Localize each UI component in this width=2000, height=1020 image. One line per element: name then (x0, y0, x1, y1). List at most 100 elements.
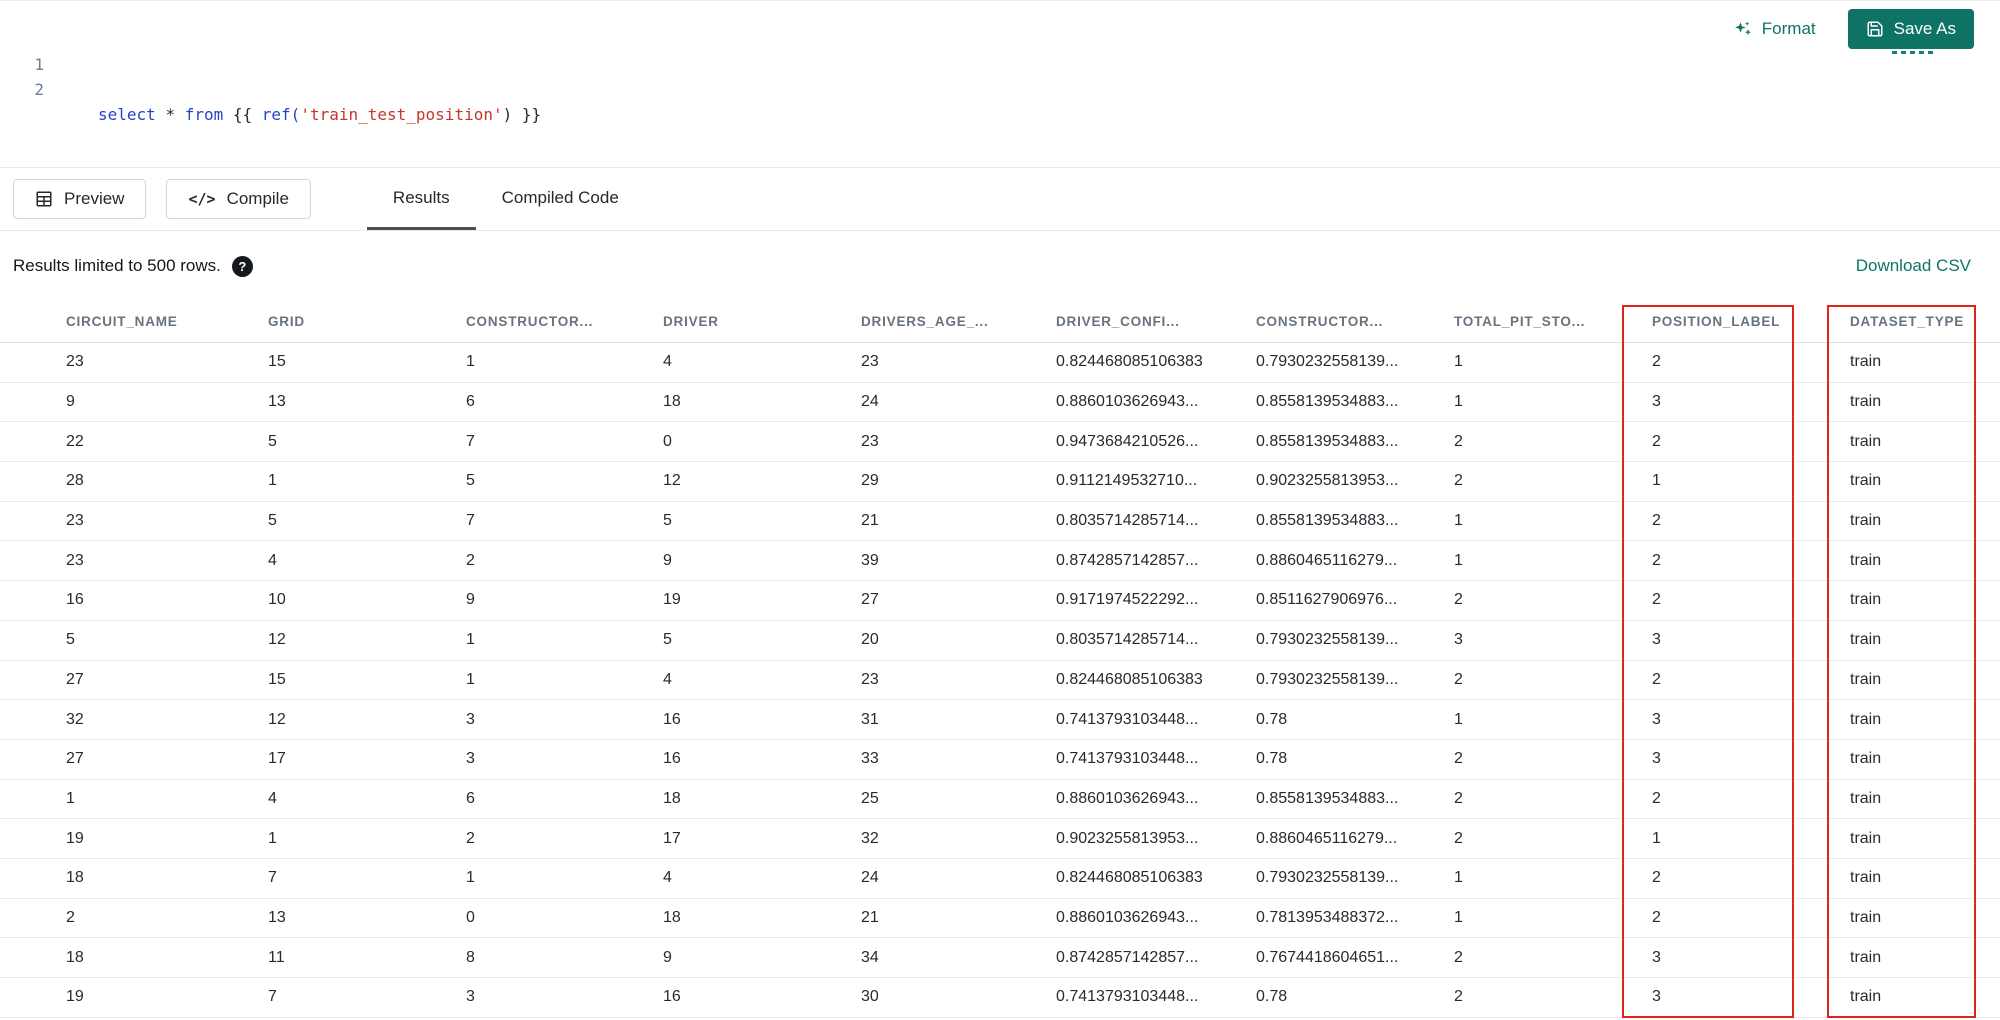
table-cell: 4 (268, 789, 277, 807)
download-csv-link[interactable]: Download CSV (1856, 256, 1971, 276)
table-row: 19 1 2 17 32 0.9023255813953... 0.886046511627… (0, 819, 2000, 859)
table-cell: 5 (268, 432, 277, 450)
table-cell: 16 (663, 710, 681, 728)
column-header: GRID (268, 314, 305, 329)
code-token: }} (512, 105, 542, 124)
table-cell: train (1850, 789, 1882, 807)
table-row: 9 13 6 18 24 0.8860103626943... 0.855813953488… (0, 383, 2000, 423)
table-cell: 18 (66, 948, 84, 966)
code-token: select (98, 105, 156, 124)
code-token: from (184, 105, 224, 124)
column-header: CONSTRUCTOR... (1256, 314, 1384, 329)
table-cell: 27 (66, 670, 84, 688)
table-cell: 4 (663, 670, 672, 688)
table-cell: 0.78 (1256, 750, 1288, 768)
table-cell: 1 (1652, 472, 1661, 490)
help-icon[interactable]: ? (231, 255, 253, 277)
table-cell: 27 (861, 591, 879, 609)
table-cell: 23 (66, 353, 84, 371)
column-header: CIRCUIT_NAME (66, 314, 178, 329)
table-row: 19 7 3 16 30 0.7413793103448... 0.78 2 3 train (0, 978, 2000, 1018)
table-cell: 0.8035714285714... (1056, 512, 1199, 530)
table-row: 23 15 1 4 23 0.824468085106383 0.7930232558139… (0, 343, 2000, 383)
code-token: ref( (261, 105, 301, 124)
table-cell: 5 (663, 512, 672, 530)
table-cell: 8 (466, 948, 475, 966)
format-button[interactable]: Format (1733, 19, 1816, 39)
table-cell: 0.8558139534883... (1256, 393, 1399, 411)
table-cell: 23 (861, 432, 879, 450)
table-cell: 19 (66, 829, 84, 847)
table-cell: 31 (861, 710, 879, 728)
table-cell: 0.8558139534883... (1256, 512, 1399, 530)
table-cell: 20 (861, 631, 879, 649)
table-cell: 2 (66, 908, 75, 926)
table-cell: 0 (466, 908, 475, 926)
table-cell: 4 (663, 869, 672, 887)
table-cell: 3 (1652, 710, 1661, 728)
table-cell: 17 (663, 829, 681, 847)
table-cell: train (1850, 512, 1882, 530)
table-cell: 0.8860465116279... (1256, 551, 1398, 569)
table-cell: 22 (66, 432, 84, 450)
table-cell: 23 (66, 512, 84, 530)
column-header: DATASET_TYPE (1850, 314, 1965, 329)
column-header: CONSTRUCTOR... (466, 314, 594, 329)
table-cell: 0.8742857142857... (1056, 551, 1199, 569)
tab-compiled-code[interactable]: Compiled Code (476, 168, 645, 230)
format-label: Format (1761, 19, 1816, 38)
table-cell: 3 (466, 750, 475, 768)
table-cell: 1 (466, 869, 475, 887)
tab-results-label: Results (392, 187, 450, 207)
table-cell: 1 (1454, 353, 1463, 371)
table-cell: 29 (861, 472, 879, 490)
table-cell: 5 (66, 631, 75, 649)
table-cell: train (1850, 432, 1882, 450)
table-cell: 32 (861, 829, 879, 847)
table-cell: 0.7674418604651... (1256, 948, 1399, 966)
table-cell: 0.8860103626943... (1056, 393, 1199, 411)
table-cell: train (1850, 710, 1882, 728)
table-cell: 3 (1454, 631, 1463, 649)
table-cell: 2 (1652, 908, 1661, 926)
table-cell: 16 (663, 750, 681, 768)
table-cell: train (1850, 829, 1882, 847)
table-cell: 18 (663, 393, 681, 411)
table-cell: 2 (1454, 988, 1463, 1006)
table-cell: 1 (1454, 393, 1463, 411)
table-row: 16 10 9 19 27 0.9171974522292... 0.85116279069… (0, 581, 2000, 621)
table-cell: 0.7930232558139... (1256, 869, 1399, 887)
code-token: * (165, 105, 176, 124)
table-cell: 13 (268, 393, 286, 411)
tab-results[interactable]: Results (366, 168, 476, 230)
code-token: {{ (223, 105, 262, 124)
table-cell: 0.9023255813953... (1056, 829, 1199, 847)
table-cell: 12 (663, 472, 681, 490)
table-cell: 18 (66, 869, 84, 887)
table-cell: train (1850, 908, 1882, 926)
table-cell: 2 (1454, 948, 1463, 966)
table-cell: 1 (1652, 829, 1661, 847)
table-cell: train (1850, 988, 1882, 1006)
table-cell: 1 (1454, 908, 1463, 926)
table-cell: train (1850, 631, 1882, 649)
table-cell: 2 (1652, 512, 1661, 530)
table-cell: train (1850, 670, 1882, 688)
table-cell: 1 (466, 353, 475, 371)
table-header: CIRCUIT_NAME GRID CONSTRUCTOR... DRIVER DRIV… (0, 301, 2000, 343)
table-cell: 2 (1454, 432, 1463, 450)
table-cell: 25 (861, 789, 879, 807)
table-cell: 9 (466, 591, 475, 609)
column-header: DRIVER (663, 314, 719, 329)
save-as-button[interactable]: Save As (1847, 9, 1974, 49)
compile-label: Compile (226, 189, 289, 208)
table-cell: 2 (1652, 670, 1661, 688)
table-row: 28 1 5 12 29 0.9112149532710... 0.902325581395… (0, 462, 2000, 502)
table-cell: 30 (861, 988, 879, 1006)
compile-button[interactable]: </> Compile (166, 179, 311, 219)
table-cell: train (1850, 472, 1882, 490)
table-cell: 2 (1652, 591, 1661, 609)
table-cell: 3 (466, 988, 475, 1006)
table-cell: 3 (1652, 631, 1661, 649)
preview-button[interactable]: Preview (13, 179, 147, 219)
